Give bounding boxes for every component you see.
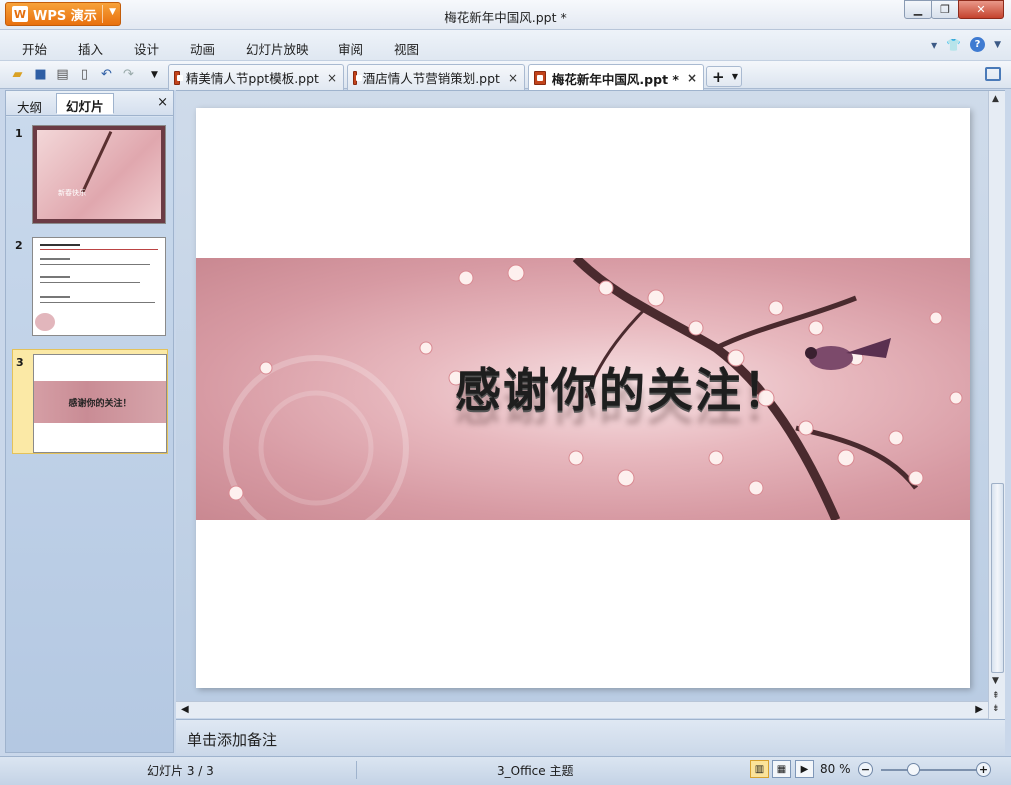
window-controls: ▁ ❐ ✕ <box>904 0 1004 19</box>
undo-icon[interactable]: ↶ <box>98 66 115 83</box>
ppt-file-icon <box>174 70 183 85</box>
slide-thumb-3[interactable]: 3 感谢你的关注！ <box>12 349 168 454</box>
customize-toolbar-icon[interactable]: ▼ <box>146 66 163 83</box>
menu-insert[interactable]: 插入 <box>78 39 103 58</box>
slide-title[interactable]: 感谢你的关注！ <box>196 354 970 420</box>
tab-outline[interactable]: 大纲 <box>8 95 51 116</box>
zoom-in-icon[interactable]: + <box>976 762 991 777</box>
menu-slideshow[interactable]: 幻灯片放映 <box>246 39 309 58</box>
slide-thumb-1[interactable]: 1 新春快乐 <box>12 121 168 226</box>
slide-caption: 感谢你的关注！ <box>68 399 132 409</box>
quick-access-toolbar: ▰ ■ ▤ ▯ ↶ ↷ ▼ 精美情人节ppt模板.ppt × 酒店情人节营销策划… <box>0 60 1011 91</box>
doc-tab-hotel-marketing[interactable]: 酒店情人节营销策划.ppt × <box>347 64 525 90</box>
save-icon[interactable]: ■ <box>32 66 49 83</box>
notes-placeholder[interactable]: 单击添加备注 <box>187 729 277 750</box>
close-tab-icon[interactable]: × <box>327 71 337 85</box>
slide-preview[interactable]: 感谢你的关注！ <box>33 354 167 453</box>
scroll-right-icon[interactable]: ▶ <box>975 704 983 715</box>
slide-sorter-view-icon[interactable]: ▦ <box>772 760 791 778</box>
scroll-up-icon[interactable]: ▲ <box>992 94 999 104</box>
menu-design[interactable]: 设计 <box>134 39 159 58</box>
menu-start[interactable]: 开始 <box>22 39 47 58</box>
status-bar: 幻灯片 3 / 3 3_Office 主题 ▥ ▦ ▶ 80 % − + <box>0 756 1011 785</box>
vertical-scrollbar[interactable]: ▲ ▼ ⇞ ⇟ <box>988 91 1005 719</box>
redo-icon[interactable]: ↷ <box>120 66 137 83</box>
zoom-slider-handle[interactable] <box>907 763 920 776</box>
plum-blossom-banner-image: 感谢你的关注！ <box>196 258 970 520</box>
close-tab-icon[interactable]: × <box>687 71 697 85</box>
horizontal-scrollbar[interactable]: ◀ ▶ <box>176 701 988 718</box>
next-slide-icon[interactable]: ⇟ <box>992 704 1000 714</box>
tab-slides[interactable]: 幻灯片 <box>56 93 114 114</box>
slide-preview[interactable] <box>32 237 166 336</box>
plus-icon: + <box>712 67 725 86</box>
scroll-left-icon[interactable]: ◀ <box>181 704 189 715</box>
title-bar: W WPS 演示 ▼ 梅花新年中国风.ppt * ▁ ❐ ✕ <box>0 0 1011 30</box>
help-icon[interactable]: ? <box>970 37 986 52</box>
menu-animation[interactable]: 动画 <box>190 39 215 58</box>
doc-tab-valentine-template[interactable]: 精美情人节ppt模板.ppt × <box>168 64 344 90</box>
zoom-out-icon[interactable]: − <box>858 762 873 777</box>
zoom-level: 80 % <box>820 762 851 776</box>
new-tab-button[interactable]: + ▼ <box>706 66 742 87</box>
ppt-file-icon <box>353 70 362 85</box>
minimize-button[interactable]: ▁ <box>904 0 932 19</box>
prev-slide-icon[interactable]: ⇞ <box>992 691 1000 701</box>
doc-tab-plum-blossom[interactable]: 梅花新年中国风.ppt * × <box>528 64 704 91</box>
window-layout-icon[interactable] <box>985 67 1001 81</box>
slide-thumbnails: 1 新春快乐 2 3 感谢你的关注！ <box>6 117 173 752</box>
theme-name: 3_Office 主题 <box>497 764 574 778</box>
menu-bar: 开始 插入 设计 动画 幻灯片放映 审阅 视图 ▾ 👕 ? ▼ <box>0 30 1011 60</box>
slide-number: 2 <box>15 239 23 252</box>
open-folder-icon[interactable]: ▰ <box>9 66 26 83</box>
normal-view-icon[interactable]: ▥ <box>750 760 769 778</box>
skin-shirt-icon[interactable]: 👕 <box>946 38 961 52</box>
menu-view[interactable]: 视图 <box>394 39 419 58</box>
slide-preview[interactable]: 新春快乐 <box>32 125 166 224</box>
menu-right-tools: ▾ 👕 ? ▼ <box>931 37 1001 52</box>
slideshow-view-icon[interactable]: ▶ <box>795 760 814 778</box>
close-tab-icon[interactable]: × <box>508 71 518 85</box>
notes-pane[interactable]: 单击添加备注 <box>176 719 1005 755</box>
slide-number: 3 <box>16 356 24 369</box>
close-panel-icon[interactable]: × <box>157 95 168 110</box>
window-title: 梅花新年中国风.ppt * <box>444 10 567 25</box>
slide-number: 1 <box>15 127 23 140</box>
slide-editor: 感谢你的关注！ ▲ ▼ ⇞ ⇟ ◀ ▶ <box>176 90 1005 719</box>
print-icon[interactable]: ▤ <box>54 66 71 83</box>
slide-caption: 新春快乐 <box>58 189 86 197</box>
help-dropdown-icon[interactable]: ▼ <box>994 40 1001 50</box>
collapse-ribbon-icon[interactable]: ▾ <box>931 38 937 52</box>
slide-thumb-2[interactable]: 2 <box>12 233 168 338</box>
slide-counter: 幻灯片 3 / 3 <box>147 764 214 778</box>
zoom-slider[interactable] <box>881 769 977 771</box>
ppt-file-icon <box>534 71 546 85</box>
scroll-down-icon[interactable]: ▼ <box>992 676 999 686</box>
slide-canvas[interactable]: 感谢你的关注！ <box>196 108 970 688</box>
menu-review[interactable]: 审阅 <box>338 39 363 58</box>
slides-panel: 大纲 幻灯片 × 1 新春快乐 2 3 感谢你的关注！ <box>5 90 174 753</box>
maximize-button[interactable]: ❐ <box>931 0 959 19</box>
chevron-down-icon[interactable]: ▼ <box>732 72 738 81</box>
close-window-button[interactable]: ✕ <box>958 0 1004 19</box>
scrollbar-thumb[interactable] <box>991 483 1004 673</box>
panel-tabs: 大纲 幻灯片 × <box>6 91 173 116</box>
print-preview-icon[interactable]: ▯ <box>76 66 93 83</box>
